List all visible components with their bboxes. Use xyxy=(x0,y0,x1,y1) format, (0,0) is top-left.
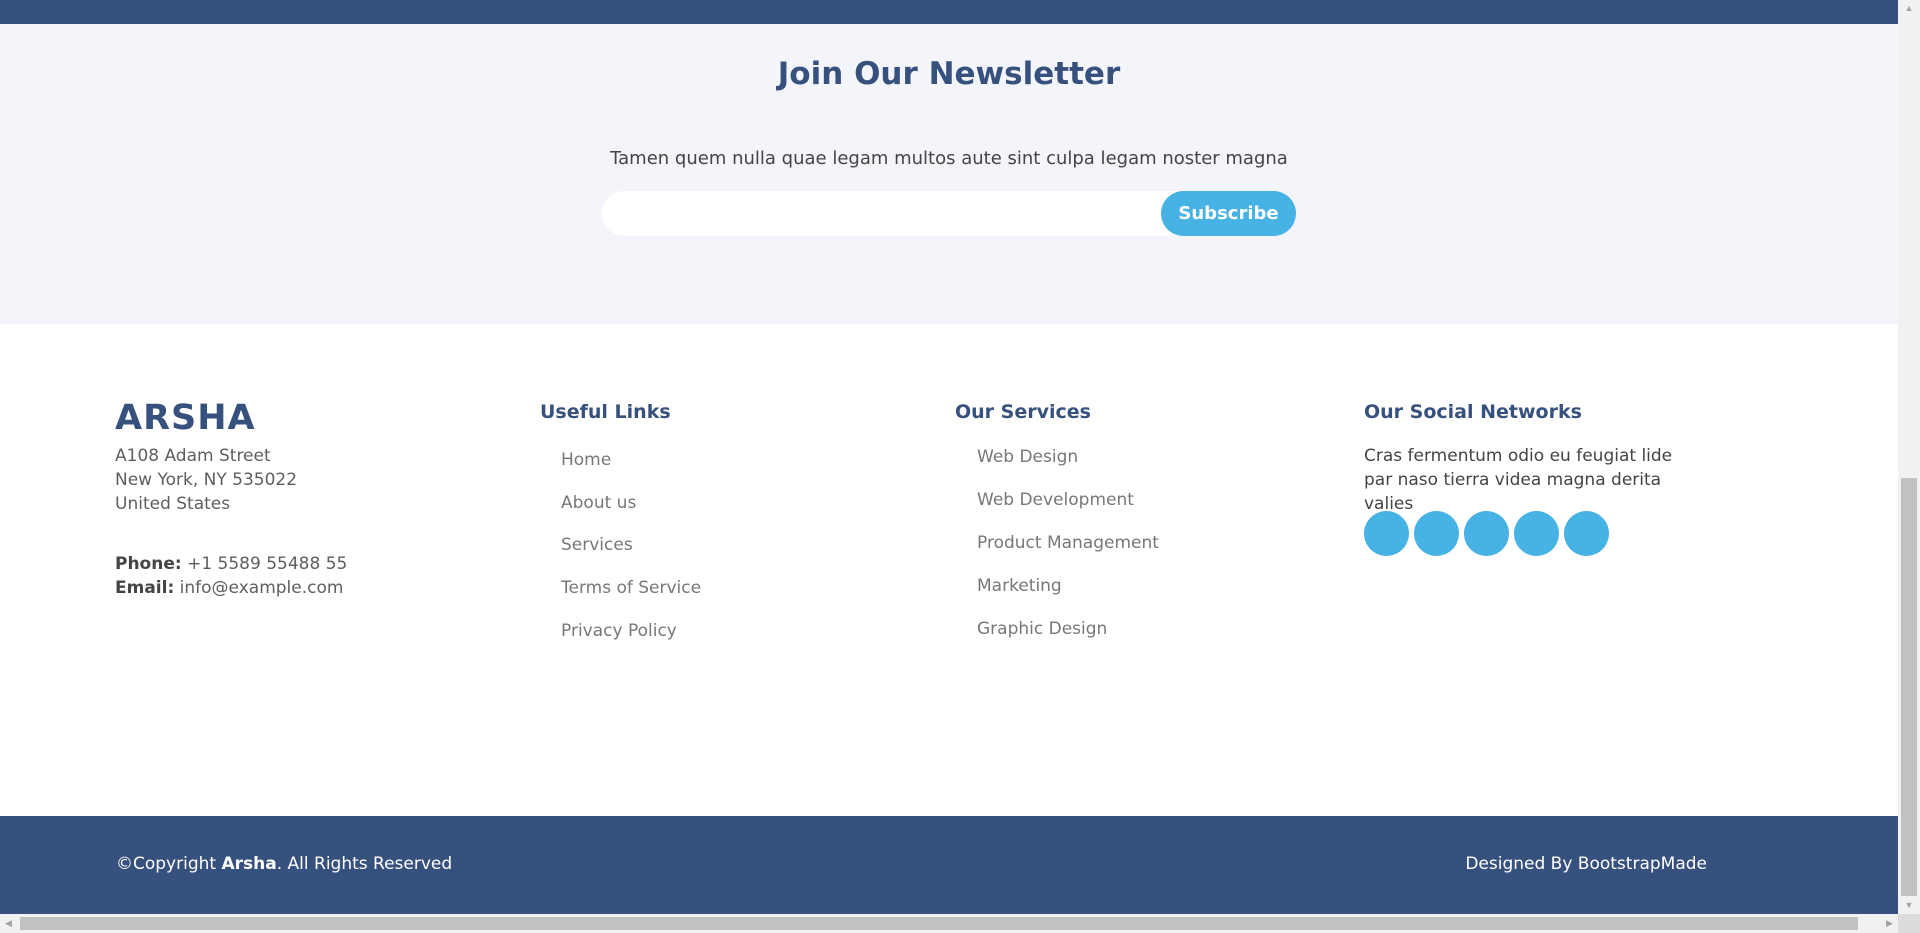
service-link-web-design[interactable]: Web Design xyxy=(977,446,1159,489)
newsletter-form: Subscribe xyxy=(602,191,1296,236)
footer-top: ARSHA A108 Adam Street New York, NY 5350… xyxy=(0,324,1898,816)
footer-link-services[interactable]: Services xyxy=(561,534,701,577)
social-links xyxy=(1364,511,1614,556)
vertical-scroll-thumb[interactable] xyxy=(1901,478,1917,896)
address-line: United States xyxy=(115,494,231,514)
footer-link-privacy[interactable]: Privacy Policy xyxy=(561,620,701,663)
footer-bottom: ©Copyright Arsha. All Rights Reserved De… xyxy=(0,816,1898,914)
newsletter-description: Tamen quem nulla quae legam multos aute … xyxy=(610,148,1288,169)
page: Join Our Newsletter Tamen quem nulla qua… xyxy=(0,0,1920,933)
vertical-scrollbar[interactable]: ▲ ▼ xyxy=(1898,0,1920,914)
useful-links-list: Home About us Services Terms of Service … xyxy=(561,449,701,662)
copyright-suffix: . All Rights Reserved xyxy=(276,854,453,874)
email-row: Email: info@example.com xyxy=(115,576,347,600)
service-link-marketing[interactable]: Marketing xyxy=(977,575,1159,618)
social-description: Cras fermentum odio eu feugiat lide par … xyxy=(1364,446,1673,514)
horizontal-scrollbar[interactable]: ◀ ▶ xyxy=(0,914,1898,933)
footer-address: A108 Adam Street New York, NY 535022 Uni… xyxy=(115,444,297,516)
skype-icon[interactable] xyxy=(1514,511,1559,556)
scroll-left-arrow-icon[interactable]: ◀ xyxy=(0,914,17,933)
phone-row: Phone: +1 5589 55488 55 xyxy=(115,552,347,576)
email-label: Email: xyxy=(115,578,175,598)
footer-link-home[interactable]: Home xyxy=(561,449,701,492)
social-title: Our Social Networks xyxy=(1364,401,1582,423)
email-value: info@example.com xyxy=(179,578,344,598)
scroll-up-arrow-icon[interactable]: ▲ xyxy=(1898,0,1920,17)
scroll-down-arrow-icon[interactable]: ▼ xyxy=(1898,897,1920,914)
service-link-web-development[interactable]: Web Development xyxy=(977,489,1159,532)
facebook-icon[interactable] xyxy=(1414,511,1459,556)
phone-value: +1 5589 55488 55 xyxy=(187,554,348,574)
copyright-brand: Arsha xyxy=(221,854,277,874)
newsletter-section: Join Our Newsletter Tamen quem nulla qua… xyxy=(0,24,1898,324)
phone-label: Phone: xyxy=(115,554,182,574)
services-title: Our Services xyxy=(955,401,1091,423)
copyright: ©Copyright Arsha. All Rights Reserved xyxy=(116,854,452,874)
linkedin-icon[interactable] xyxy=(1564,511,1609,556)
copyright-prefix: ©Copyright xyxy=(116,854,222,874)
address-line: New York, NY 535022 xyxy=(115,470,298,490)
footer-contact: Phone: +1 5589 55488 55 Email: info@exam… xyxy=(115,552,347,600)
top-strip xyxy=(0,0,1898,24)
address-line: A108 Adam Street xyxy=(115,446,271,466)
service-link-graphic-design[interactable]: Graphic Design xyxy=(977,618,1159,661)
newsletter-title: Join Our Newsletter xyxy=(777,56,1121,92)
subscribe-button[interactable]: Subscribe xyxy=(1161,191,1296,236)
scrollbar-corner xyxy=(1898,914,1920,933)
twitter-icon[interactable] xyxy=(1364,511,1409,556)
credits-link[interactable]: Designed By BootstrapMade xyxy=(1465,854,1707,874)
instagram-icon[interactable] xyxy=(1464,511,1509,556)
footer-brand-logo[interactable]: ARSHA xyxy=(115,398,256,438)
footer-link-terms[interactable]: Terms of Service xyxy=(561,577,701,620)
newsletter-email-input[interactable] xyxy=(616,198,1156,229)
horizontal-scroll-thumb[interactable] xyxy=(20,917,1858,930)
services-list: Web Design Web Development Product Manag… xyxy=(977,446,1159,661)
footer-link-about[interactable]: About us xyxy=(561,492,701,535)
scroll-right-arrow-icon[interactable]: ▶ xyxy=(1881,914,1898,933)
service-link-product-management[interactable]: Product Management xyxy=(977,532,1159,575)
useful-links-title: Useful Links xyxy=(540,401,671,423)
